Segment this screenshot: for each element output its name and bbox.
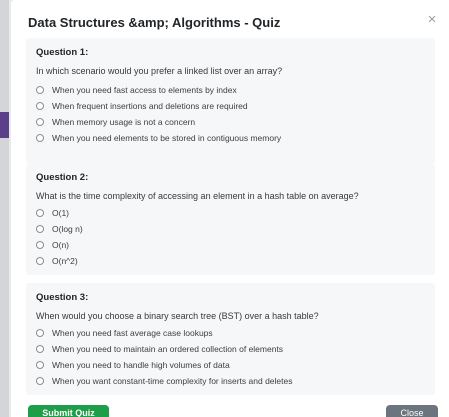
option-label: When memory usage is not a concern [52,117,196,127]
option-label: When you need to maintain an ordered col… [52,344,284,354]
radio-icon[interactable] [36,225,44,233]
radio-icon[interactable] [36,102,44,110]
option-label: When you need elements to be stored in c… [52,133,282,143]
submit-quiz-button[interactable]: Submit Quiz [28,405,109,417]
option-label: When frequent insertions and deletions a… [52,101,248,111]
modal-header: Data Structures &amp; Algorithms - Quiz … [11,0,449,40]
radio-icon[interactable] [36,86,44,94]
answer-option[interactable]: O(1) [36,206,69,220]
answer-option[interactable]: When you need fast average case lookups [36,326,213,340]
question-title: Question 3: [36,292,89,303]
question-card-1: Question 1: In which scenario would you … [26,38,435,163]
radio-icon[interactable] [36,377,44,385]
radio-icon[interactable] [36,134,44,142]
option-label: When you want constant-time complexity f… [52,376,293,386]
modal-title: Data Structures &amp; Algorithms - Quiz [28,15,281,30]
option-label: O(log n) [52,224,83,234]
radio-icon[interactable] [36,329,44,337]
option-label: When you need to handle high volumes of … [52,360,230,370]
radio-icon[interactable] [36,345,44,353]
radio-icon[interactable] [36,209,44,217]
question-title: Question 1: [36,47,89,58]
answer-option[interactable]: When you need elements to be stored in c… [36,131,281,145]
close-button[interactable]: Close [386,405,438,417]
question-text: What is the time complexity of accessing… [36,191,359,201]
question-card-2: Question 2: What is the time complexity … [26,163,435,275]
radio-icon[interactable] [36,361,44,369]
option-label: When you need fast access to elements by… [52,85,237,95]
option-label: O(n^2) [52,256,78,266]
question-text: In which scenario would you prefer a lin… [36,66,283,76]
radio-icon[interactable] [36,257,44,265]
answer-option[interactable]: When memory usage is not a concern [36,115,195,129]
answer-option[interactable]: When you need fast access to elements by… [36,83,237,97]
answer-option[interactable]: When you need to handle high volumes of … [36,358,230,372]
question-text: When would you choose a binary search tr… [36,311,319,321]
page-backdrop [0,0,9,417]
answer-option[interactable]: O(log n) [36,222,83,236]
radio-icon[interactable] [36,241,44,249]
answer-option[interactable]: O(n^2) [36,254,78,268]
option-label: When you need fast average case lookups [52,328,213,338]
option-label: O(n) [52,240,69,250]
answer-option[interactable]: O(n) [36,238,69,252]
answer-option[interactable]: When frequent insertions and deletions a… [36,99,248,113]
radio-icon[interactable] [36,118,44,126]
backdrop-accent [0,112,9,138]
question-title: Question 2: [36,172,89,183]
quiz-modal: Data Structures &amp; Algorithms - Quiz … [11,0,449,417]
close-icon[interactable]: × [425,12,439,27]
answer-option[interactable]: When you need to maintain an ordered col… [36,342,283,356]
question-card-3: Question 3: When would you choose a bina… [26,283,435,395]
option-label: O(1) [52,208,69,218]
answer-option[interactable]: When you want constant-time complexity f… [36,374,292,388]
